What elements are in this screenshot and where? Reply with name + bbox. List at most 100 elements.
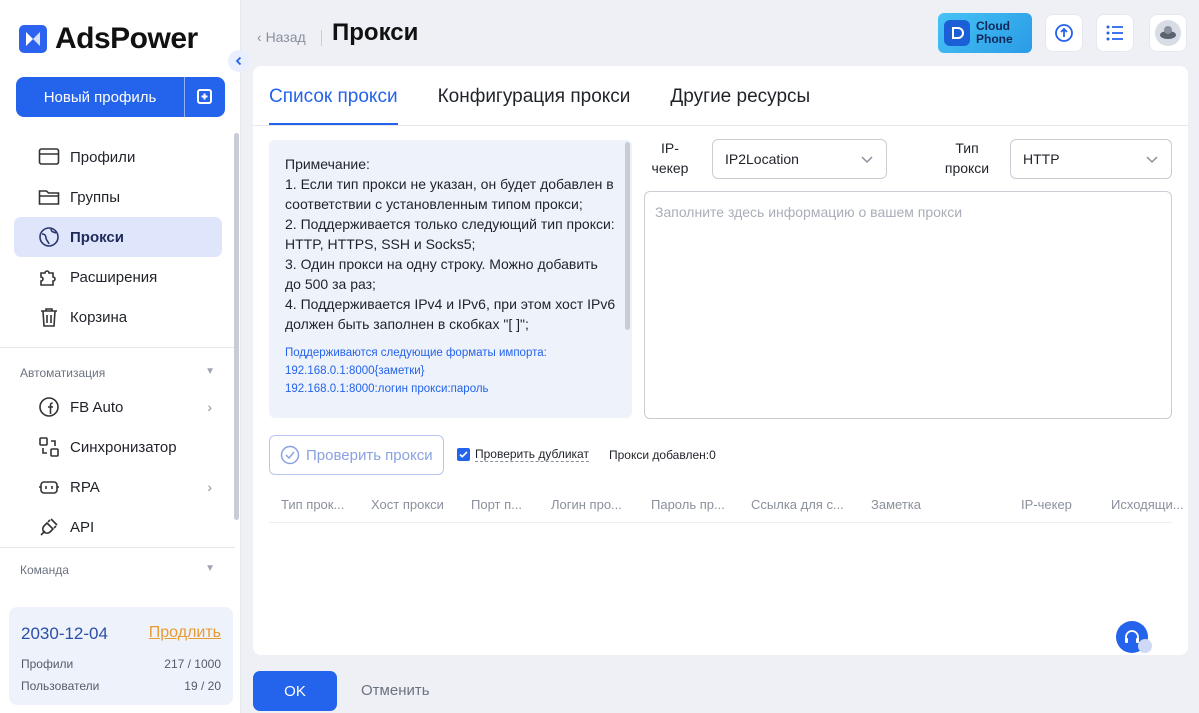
column-header[interactable]: Пароль пр...: [651, 497, 725, 512]
sidebar-item-label: FB Auto: [70, 398, 124, 416]
plug-icon: [38, 516, 60, 538]
batch-add-icon[interactable]: [185, 77, 225, 117]
note-line: 2. Поддерживается только следующий тип п…: [285, 216, 615, 252]
column-header[interactable]: Заметка: [871, 497, 921, 512]
ip-checker-label-line-1: IP-: [661, 140, 679, 156]
facebook-icon: [38, 396, 60, 418]
chevron-down-icon: [861, 156, 873, 164]
sidebar-item-extensions[interactable]: Расширения: [14, 257, 222, 297]
check-duplicate-label: Проверить дубликат: [475, 447, 589, 462]
caret-down-icon: ▼: [205, 366, 215, 377]
note-title: Примечание:: [285, 156, 370, 172]
sidebar-item-fb-auto[interactable]: FB Auto ›: [14, 387, 222, 427]
sidebar-item-synchronizer[interactable]: Синхронизатор: [14, 427, 222, 467]
sidebar-item-label: Прокси: [70, 228, 124, 246]
sidebar-item-api[interactable]: API: [14, 507, 222, 547]
sidebar-item-trash[interactable]: Корзина: [14, 297, 222, 337]
column-header[interactable]: Порт п...: [471, 497, 522, 512]
back-link[interactable]: ‹ Назад: [257, 29, 306, 45]
chevron-down-icon: [1146, 156, 1158, 164]
note-line: 3. Один прокси на одну строку. Можно доб…: [285, 256, 598, 292]
caret-down-icon: ▼: [205, 563, 215, 574]
column-header[interactable]: Хост прокси: [371, 497, 444, 512]
new-profile-label[interactable]: Новый профиль: [16, 77, 185, 117]
column-header[interactable]: Логин про...: [551, 497, 622, 512]
chevron-left-icon: [235, 56, 242, 66]
tab-proxy-list[interactable]: Список прокси: [269, 66, 398, 125]
sidebar: AdsPower Новый профиль Профили Группы Пр…: [0, 0, 241, 713]
cloud-phone-button[interactable]: Cloud Phone: [938, 13, 1032, 53]
adspower-logo-icon: [19, 25, 47, 53]
proxy-panel: Список прокси Конфигурация прокси Другие…: [253, 66, 1188, 655]
sidebar-item-label: RPA: [70, 478, 100, 496]
subscription-date: 2030-12-04: [21, 624, 108, 643]
sidebar-item-label: Расширения: [70, 268, 158, 286]
sidebar-item-rpa[interactable]: RPA ›: [14, 467, 222, 507]
profiles-quota-label: Профили: [21, 657, 74, 671]
folder-icon: [38, 186, 60, 208]
ip-checker-value: IP2Location: [725, 151, 799, 167]
cloud-phone-icon: [944, 20, 970, 46]
column-header[interactable]: IP-чекер: [1021, 497, 1072, 512]
sidebar-item-profiles[interactable]: Профили: [14, 137, 222, 177]
sidebar-divider: [0, 547, 235, 548]
tabs: Список прокси Конфигурация прокси Другие…: [269, 66, 810, 125]
format-example: 192.168.0.1:8000{заметки}: [285, 365, 425, 377]
proxy-type-label-line-1: Тип: [955, 140, 979, 156]
proxies-added-count: Прокси добавлен:0: [609, 448, 716, 462]
upload-refresh-icon: [1055, 24, 1073, 42]
users-quota: Пользователи 19 / 20: [21, 679, 221, 693]
sidebar-item-label: Синхронизатор: [70, 438, 177, 456]
breadcrumb-separator: [321, 30, 322, 46]
sidebar-item-proxy[interactable]: Прокси: [14, 217, 222, 257]
ip-checker-select[interactable]: IP2Location: [712, 139, 887, 179]
automation-nav: FB Auto › Синхронизатор RPA › API: [14, 387, 222, 547]
check-circle-icon: [280, 445, 300, 465]
tab-proxy-config[interactable]: Конфигурация прокси: [438, 66, 631, 125]
new-profile-button[interactable]: Новый профиль: [16, 77, 225, 117]
sidebar-scrollbar[interactable]: [234, 133, 239, 520]
sidebar-item-label: Корзина: [70, 308, 128, 326]
cloud-phone-label: Cloud Phone: [976, 20, 1013, 46]
column-header[interactable]: Исходящи...: [1111, 497, 1184, 512]
format-example: 192.168.0.1:8000:логин прокси:пароль: [285, 383, 489, 395]
main-nav: Профили Группы Прокси Расширения Корзина: [14, 137, 222, 337]
sidebar-item-groups[interactable]: Группы: [14, 177, 222, 217]
chevron-right-icon: ›: [207, 399, 212, 415]
automation-title: Автоматизация: [20, 366, 106, 380]
cancel-button[interactable]: Отменить: [361, 682, 430, 699]
proxy-type-select[interactable]: HTTP: [1010, 139, 1172, 179]
subscription-card: 2030-12-04 Продлить Профили 217 / 1000 П…: [9, 607, 233, 705]
check-proxy-label: Проверить прокси: [306, 446, 433, 464]
column-header[interactable]: Тип прок...: [281, 497, 344, 512]
profiles-quota: Профили 217 / 1000: [21, 657, 221, 671]
sync-icon: [38, 436, 60, 458]
check-duplicate-checkbox[interactable]: Проверить дубликат: [457, 447, 589, 462]
import-formats: Поддерживаются следующие форматы импорта…: [285, 344, 616, 398]
renew-link[interactable]: Продлить: [149, 624, 221, 642]
column-header[interactable]: Ссылка для с...: [751, 497, 844, 512]
users-quota-value: 19 / 20: [184, 679, 221, 693]
note-scrollbar[interactable]: [625, 142, 630, 330]
users-quota-label: Пользователи: [21, 679, 100, 693]
team-section-toggle[interactable]: Команда ▼: [20, 563, 215, 577]
logo: AdsPower: [19, 22, 198, 56]
check-proxy-button[interactable]: Проверить прокси: [269, 435, 444, 475]
sidebar-item-label: Группы: [70, 188, 120, 206]
sidebar-item-label: Профили: [70, 148, 136, 166]
trash-icon: [38, 306, 60, 328]
user-avatar-button[interactable]: [1149, 14, 1187, 52]
checkbox-checked-icon[interactable]: [457, 448, 470, 461]
tab-other-resources[interactable]: Другие ресурсы: [670, 66, 810, 125]
sidebar-divider: [0, 347, 235, 348]
list-icon: [1106, 25, 1123, 41]
proxy-textarea[interactable]: Заполните здесь информацию о вашем прокс…: [644, 191, 1172, 419]
header: ‹ Назад Прокси Cloud Phone: [241, 0, 1199, 66]
app-name: AdsPower: [55, 22, 198, 55]
collapse-sidebar-button[interactable]: [228, 50, 250, 72]
formats-title: Поддерживаются следующие форматы импорта…: [285, 347, 547, 359]
update-button[interactable]: [1045, 14, 1083, 52]
automation-section-toggle[interactable]: Автоматизация ▼: [20, 366, 215, 380]
tasks-button[interactable]: [1096, 14, 1134, 52]
ok-button[interactable]: OK: [253, 671, 337, 711]
